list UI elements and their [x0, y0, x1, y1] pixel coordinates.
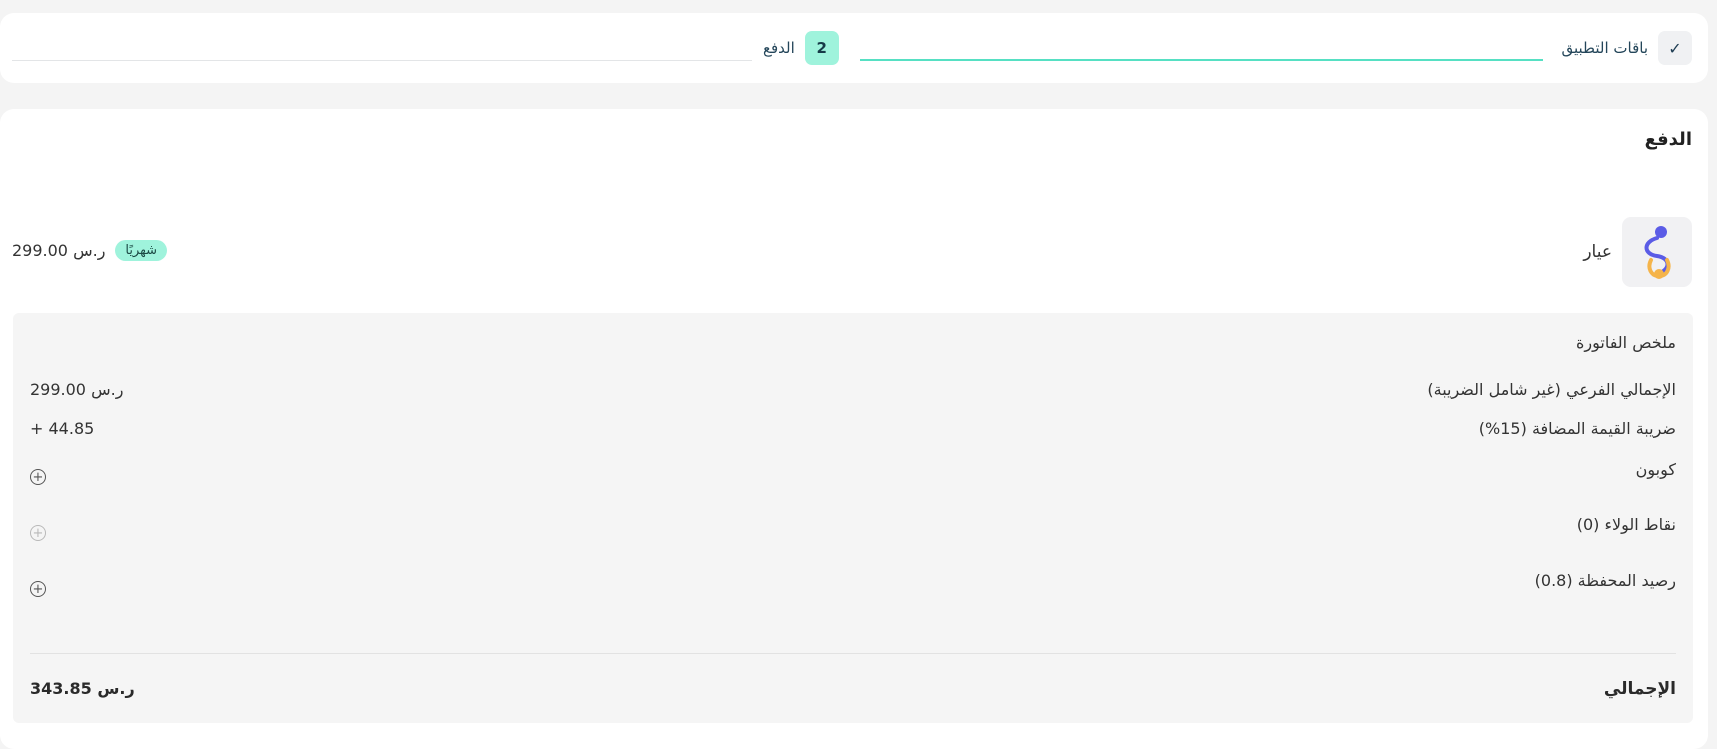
plan-price-group: 299.00 ر.س شهريًا [12, 240, 168, 261]
step-connector-complete [860, 59, 1543, 61]
step-payment-number: 2 [804, 31, 839, 65]
total-value: 343.85 ر.س [30, 679, 135, 698]
step-payment-label: الدفع [763, 39, 795, 57]
page-title: الدفع [1644, 129, 1692, 150]
checkout-stepper: ✓ باقات التطبيق 2 الدفع [0, 13, 1708, 83]
loyalty-points-label: نقاط الولاء (0) [1576, 515, 1676, 534]
coupon-label: كوبون [1635, 460, 1676, 479]
invoice-summary-title: ملخص الفاتورة [1576, 333, 1676, 352]
subtotal-label: الإجمالي الفرعي (غير شامل الضريبة) [1427, 380, 1676, 399]
wallet-balance-label: رصيد المحفظة (0.8) [1534, 571, 1676, 590]
ayar-logo-icon [1622, 217, 1692, 287]
total-label: الإجمالي [1603, 679, 1676, 699]
billing-period-badge: شهريًا [115, 240, 168, 261]
add-wallet-balance-icon[interactable]: + [30, 581, 46, 597]
step-payment: 2 الدفع [763, 31, 839, 65]
step-app-packages[interactable]: ✓ باقات التطبيق [1561, 31, 1692, 65]
plan-name: عيار [1583, 242, 1612, 262]
invoice-summary: ملخص الفاتورة الإجمالي الفرعي (غير شامل … [13, 313, 1693, 723]
add-coupon-icon[interactable]: + [30, 469, 46, 485]
step-app-packages-label: باقات التطبيق [1561, 39, 1648, 57]
vat-value: + 44.85 [30, 419, 95, 438]
plan-price: 299.00 ر.س [12, 241, 106, 260]
add-loyalty-points-icon[interactable]: + [30, 525, 46, 541]
divider [30, 653, 1676, 654]
step-connector-pending [12, 60, 752, 61]
vat-label: ضريبة القيمة المضافة (15%) [1478, 419, 1676, 438]
subtotal-value: 299.00 ر.س [30, 380, 124, 399]
payment-card: الدفع عيار 299.00 ر.س شهريًا ملخص الفاتو… [0, 109, 1708, 749]
check-icon: ✓ [1658, 31, 1692, 65]
